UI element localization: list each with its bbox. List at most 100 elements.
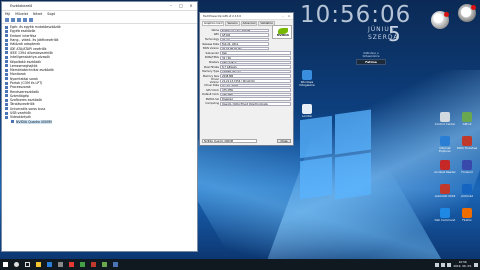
menu-file[interactable]: Fájl: [5, 11, 10, 17]
device-icon: [5, 42, 8, 46]
close-icon[interactable]: ×: [186, 3, 196, 9]
device-icon: [5, 115, 8, 119]
desktop-icon[interactable]: Lomtár: [296, 104, 318, 118]
device-icon: [5, 60, 8, 64]
autocad-icon: [440, 184, 450, 194]
desktop-icon-label: Lomtár: [302, 114, 312, 118]
gpu-info-value: 70.04.3E.00.0D: [220, 46, 269, 51]
device-icon: [5, 94, 8, 98]
menu-view[interactable]: Nézet: [33, 11, 42, 17]
pdf-icon: [440, 160, 450, 170]
desktop-icon[interactable]: AutoCAD 2018: [434, 184, 456, 198]
tree-item-label: NVIDIA Quadro 4000M: [16, 119, 52, 124]
gpu-info-label: ROPs/TMUs: [204, 56, 219, 60]
desktop-icon[interactable]: Windows fotogaléria: [296, 70, 318, 87]
close-icon[interactable]: ×: [286, 14, 292, 18]
app-icon: [462, 160, 472, 170]
taskbar-app[interactable]: [77, 259, 88, 270]
gadget-icon[interactable]: [458, 4, 476, 22]
start-button[interactable]: [0, 259, 11, 270]
search-button[interactable]: [11, 259, 22, 270]
gpu-info-value: 21.21.13.7254 / Win10 64: [220, 79, 291, 83]
gpu-info-value: Disabled: [220, 97, 291, 101]
tab-sensors[interactable]: Sensors: [225, 21, 240, 26]
menu-help[interactable]: Súgó: [47, 11, 55, 17]
taskbar-app[interactable]: [88, 259, 99, 270]
properties-icon[interactable]: [17, 18, 21, 22]
desktop-icon-label: Forward: [461, 170, 473, 174]
taskbar-date: 2019. 06. 05.: [453, 263, 472, 268]
gpu-info-value: Dell: [220, 51, 291, 56]
task-view-button[interactable]: [22, 259, 33, 270]
notifications-icon[interactable]: [474, 262, 478, 267]
desktop-icon[interactable]: DWG TrueView: [456, 136, 478, 150]
volume-icon[interactable]: [441, 262, 446, 267]
battery-icon[interactable]: [447, 262, 452, 267]
user-widget[interactable]: Kattintson a felhasználóra Fatima: [356, 52, 386, 65]
maximize-icon[interactable]: □: [176, 3, 186, 9]
clock-day: 5: [388, 22, 401, 46]
tree-item-device[interactable]: NVIDIA Quadro 4000M: [5, 119, 194, 124]
desktop-icon[interactable]: Acrobat Reader: [434, 160, 456, 174]
gpu-info-label: BIOS Version: [203, 47, 219, 51]
gadget-icon[interactable]: [431, 11, 449, 29]
card-select[interactable]: NVIDIA Quadro 4000M: [202, 138, 257, 143]
gpu-info-row: Computing OpenCL CUDA PhysX DirectCompute: [202, 102, 291, 107]
forward-icon[interactable]: [11, 18, 15, 22]
taskbar-app[interactable]: [33, 259, 44, 270]
desktop-icon-label: Firefox: [462, 218, 472, 222]
device-icon: [5, 102, 8, 106]
help-icon[interactable]: [23, 18, 27, 22]
gpu-info-value: 336 Unified: [220, 60, 291, 65]
device-icon: [5, 72, 8, 76]
desktop-icon[interactable]: Control Center: [434, 112, 456, 126]
menu-action[interactable]: Művelet: [15, 11, 28, 17]
device-icon: [5, 111, 8, 115]
tab-graphics-card[interactable]: Graphics Card: [202, 21, 225, 26]
gpu-info-value: Feb 22, 2011: [220, 42, 269, 46]
device-icon: [5, 55, 8, 59]
taskbar-app[interactable]: [66, 259, 77, 270]
gpuz-window[interactable]: TechPowerUp GPU-Z 2.13.0 – × Graphics Ca…: [199, 12, 294, 146]
desktop-icon[interactable]: Internet Explorer: [434, 136, 456, 153]
user-name[interactable]: Fatima: [356, 59, 386, 65]
monitor-icon[interactable]: [29, 18, 33, 22]
device-icon: [5, 64, 8, 68]
gpu-info-label: GPU Clock: [206, 88, 219, 92]
gpu-z-icon: [462, 112, 472, 122]
taskbar-clock[interactable]: 10:56 2019. 06. 05.: [453, 261, 472, 268]
tab-advanced[interactable]: Advanced: [240, 21, 258, 26]
gpu-z-icon: [102, 262, 107, 267]
gpu-info-value: 8.7 GPixel/s: [220, 65, 291, 69]
network-icon[interactable]: [435, 262, 440, 267]
device-icon: [11, 120, 14, 124]
desktop-icon[interactable]: Forward: [456, 160, 478, 174]
taskbar-app[interactable]: [99, 259, 110, 270]
taskbar-app[interactable]: [110, 259, 121, 270]
desktop-icon[interactable]: Archicad: [456, 184, 478, 198]
desktop-icon[interactable]: GPU-Z: [456, 112, 478, 126]
gpu-info-label: GPU: [213, 33, 219, 37]
app-icon: [69, 262, 74, 267]
desktop-icon[interactable]: Dell Command: [434, 208, 456, 222]
minimize-icon[interactable]: –: [166, 3, 176, 9]
device-manager-window[interactable]: Eszközkezelő – □ × Fájl Művelet Nézet Sú…: [1, 1, 198, 252]
control-center-icon: [440, 112, 450, 122]
desktop-icon[interactable]: Firefox: [456, 208, 478, 222]
title-bar[interactable]: Eszközkezelő – □ ×: [2, 2, 197, 11]
close-button[interactable]: Close: [277, 138, 291, 143]
gpu-info-label: Technology: [204, 37, 219, 41]
gpu-info-label: Release Date: [202, 42, 219, 46]
dell-icon: [440, 208, 450, 218]
settings-icon: [58, 262, 63, 267]
back-icon[interactable]: [5, 18, 9, 22]
taskbar-app[interactable]: [55, 259, 66, 270]
desktop-icon-label: AutoCAD 2018: [434, 194, 456, 198]
gpu-info-row: Driver Version 21.21.13.7254 / Win10 64: [202, 78, 291, 84]
device-icon: [5, 107, 8, 111]
gpu-info-label: Pixel Fillrate: [204, 65, 219, 69]
title-bar[interactable]: TechPowerUp GPU-Z 2.13.0 – ×: [200, 13, 293, 20]
taskbar-app[interactable]: [44, 259, 55, 270]
desktop-icon-label: Control Center: [434, 122, 456, 126]
gpu-info-label: Name: [211, 28, 219, 32]
